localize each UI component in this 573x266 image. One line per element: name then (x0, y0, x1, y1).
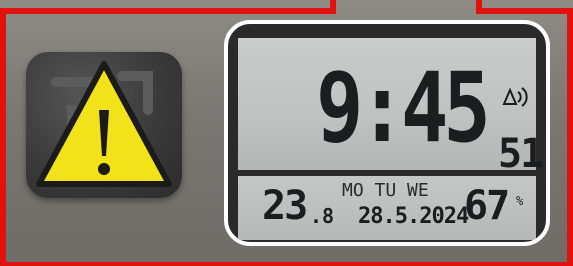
warning-triangle-icon (36, 61, 172, 187)
frame-left-edge (0, 8, 6, 266)
radio-signal-icon (502, 87, 528, 107)
humidity-value: 67 (464, 183, 510, 229)
digital-clock-display[interactable]: 9:45 51 23 .8 MO TU WE 28.5.2024 67 % (224, 20, 550, 246)
clock-time: 9:45 (316, 52, 491, 164)
warning-app-icon[interactable] (26, 52, 182, 198)
frame-top-right-notch (476, 0, 482, 14)
frame-right-edge (567, 8, 573, 266)
info-panel: 23 .8 MO TU WE 28.5.2024 67 % (238, 176, 536, 240)
frame-top-right-edge (476, 8, 573, 14)
temperature-value: 23 (262, 183, 308, 229)
humidity-unit: % (516, 194, 524, 208)
date-value: 28.5.2024 (358, 204, 469, 229)
frame-top-left-edge (0, 8, 335, 14)
time-panel: 9:45 51 (238, 38, 544, 176)
weekday-row: MO TU WE (342, 180, 429, 201)
clock-seconds: 51 (498, 131, 544, 177)
frame-top-left-notch (330, 0, 336, 14)
temperature-decimal: .8 (310, 204, 335, 228)
frame-bottom-edge (0, 262, 573, 266)
